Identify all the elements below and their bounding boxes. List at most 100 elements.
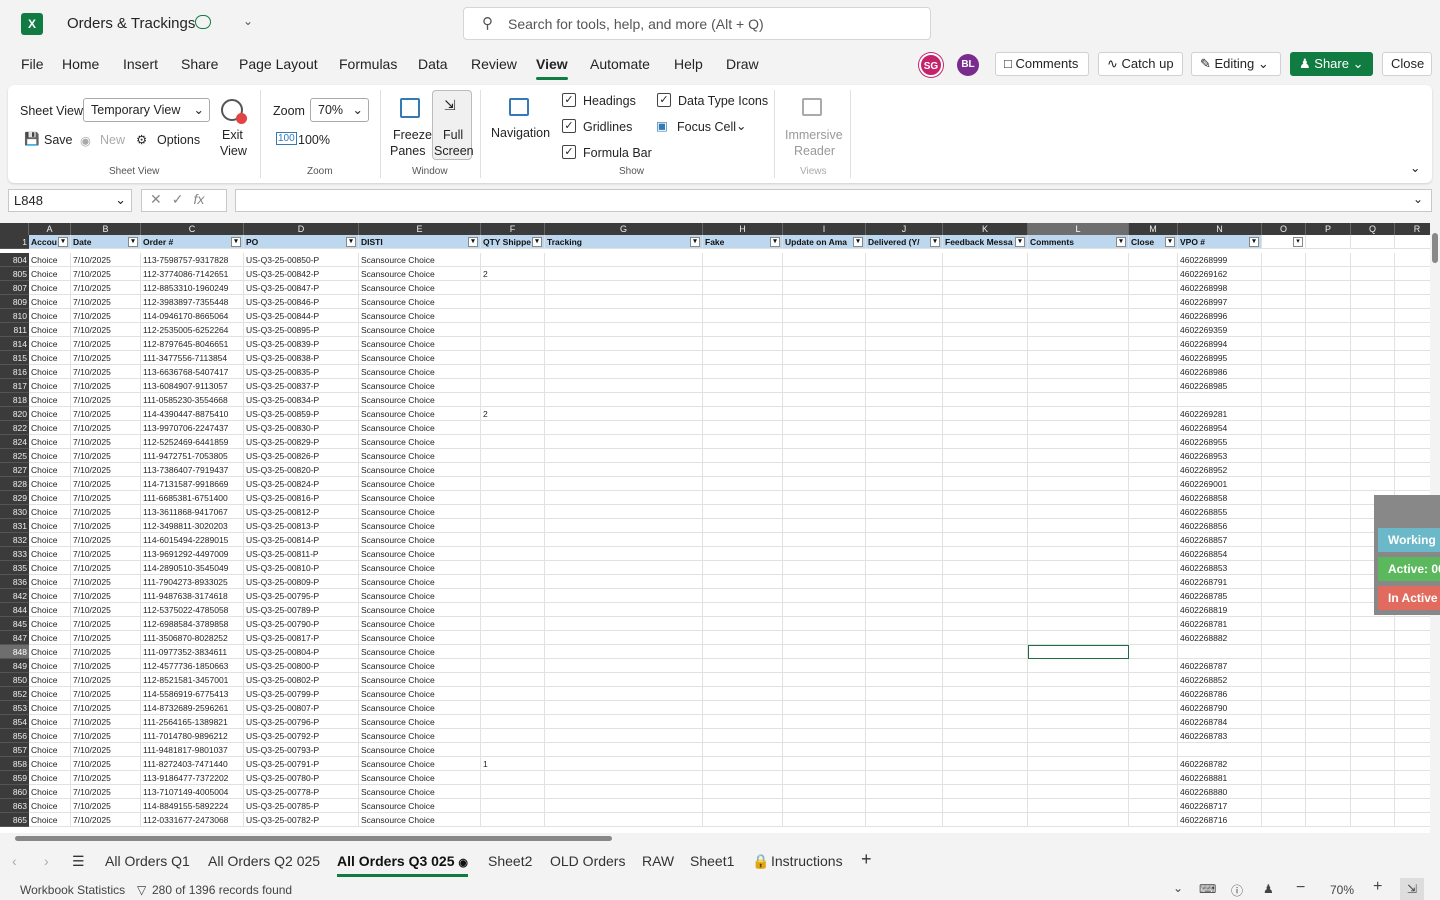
cell[interactable] bbox=[1028, 617, 1129, 631]
cell[interactable] bbox=[1306, 687, 1351, 701]
column-header[interactable]: A bbox=[29, 223, 71, 235]
cell[interactable]: 111-3477556-7113854 bbox=[141, 351, 244, 365]
cell[interactable]: US-Q3-25-00842-P bbox=[244, 267, 359, 281]
header-cell[interactable]: Update on Ama ▾ bbox=[783, 235, 866, 249]
cell[interactable] bbox=[1306, 533, 1351, 547]
row-number[interactable]: 827 bbox=[0, 463, 29, 477]
cell[interactable]: US-Q3-25-00811-P bbox=[244, 547, 359, 561]
cell[interactable]: 113-9970706-2247437 bbox=[141, 421, 244, 435]
cell[interactable]: US-Q3-25-00837-P bbox=[244, 379, 359, 393]
cell[interactable]: Choice bbox=[29, 393, 71, 407]
cell[interactable] bbox=[1351, 813, 1395, 827]
cell[interactable] bbox=[1351, 337, 1395, 351]
cell[interactable] bbox=[943, 519, 1028, 533]
cell[interactable] bbox=[703, 687, 783, 701]
cell[interactable] bbox=[866, 771, 943, 785]
cell[interactable] bbox=[1351, 743, 1395, 757]
cell[interactable]: 113-6636768-5407417 bbox=[141, 365, 244, 379]
cell[interactable] bbox=[1351, 757, 1395, 771]
cell[interactable]: Choice bbox=[29, 505, 71, 519]
zoom-out-icon[interactable]: − bbox=[1296, 879, 1305, 897]
cell[interactable]: Scansource Choice bbox=[359, 295, 481, 309]
row-number[interactable]: 816 bbox=[0, 365, 29, 379]
filter-dropdown-icon[interactable]: ▾ bbox=[1249, 237, 1259, 247]
header-cell[interactable]: DISTI ▾ bbox=[359, 235, 481, 249]
cell[interactable] bbox=[703, 365, 783, 379]
column-header[interactable]: Q bbox=[1351, 223, 1395, 235]
cell[interactable] bbox=[866, 309, 943, 323]
cell[interactable] bbox=[943, 617, 1028, 631]
cell[interactable] bbox=[1262, 603, 1306, 617]
cell[interactable]: 113-6084907-9113057 bbox=[141, 379, 244, 393]
cell[interactable] bbox=[943, 421, 1028, 435]
tab-sheet2[interactable]: Sheet2 bbox=[488, 853, 532, 869]
cell[interactable] bbox=[1262, 463, 1306, 477]
cell[interactable]: 7/10/2025 bbox=[71, 813, 141, 827]
cell[interactable]: Scansource Choice bbox=[359, 491, 481, 505]
cell[interactable]: Choice bbox=[29, 351, 71, 365]
cell[interactable] bbox=[866, 715, 943, 729]
cell[interactable] bbox=[866, 701, 943, 715]
navigation-button[interactable]: Navigation bbox=[491, 126, 550, 140]
header-cell[interactable]: Delivered (Y/ ▾ bbox=[866, 235, 943, 249]
cell[interactable]: Choice bbox=[29, 575, 71, 589]
cell[interactable] bbox=[703, 743, 783, 757]
column-header[interactable]: D bbox=[244, 223, 359, 235]
cell[interactable] bbox=[545, 645, 703, 659]
cell[interactable] bbox=[703, 701, 783, 715]
cell[interactable] bbox=[783, 351, 866, 365]
cell[interactable]: 7/10/2025 bbox=[71, 449, 141, 463]
cell[interactable] bbox=[1028, 505, 1129, 519]
cell[interactable] bbox=[943, 393, 1028, 407]
cell[interactable] bbox=[1262, 435, 1306, 449]
cell[interactable] bbox=[703, 603, 783, 617]
cell[interactable] bbox=[1028, 813, 1129, 827]
cell[interactable]: 7/10/2025 bbox=[71, 561, 141, 575]
cell[interactable] bbox=[1306, 491, 1351, 505]
row-number[interactable]: 815 bbox=[0, 351, 29, 365]
cell[interactable] bbox=[866, 785, 943, 799]
row-number[interactable]: 1 bbox=[0, 235, 29, 249]
close-button[interactable]: Close bbox=[1382, 52, 1432, 76]
cell[interactable] bbox=[1028, 533, 1129, 547]
filter-dropdown-icon[interactable]: ▾ bbox=[468, 237, 478, 247]
cell[interactable] bbox=[943, 785, 1028, 799]
cell[interactable]: 111-6685381-6751400 bbox=[141, 491, 244, 505]
cell[interactable]: 112-3983897-7355448 bbox=[141, 295, 244, 309]
cell[interactable] bbox=[703, 631, 783, 645]
cell[interactable]: 114-7131587-9918669 bbox=[141, 477, 244, 491]
cell[interactable] bbox=[545, 771, 703, 785]
filter-dropdown-icon[interactable]: ▾ bbox=[128, 237, 138, 247]
cell[interactable] bbox=[1395, 785, 1430, 799]
cell[interactable] bbox=[1028, 687, 1129, 701]
cell[interactable]: US-Q3-25-00846-P bbox=[244, 295, 359, 309]
cell[interactable]: US-Q3-25-00826-P bbox=[244, 449, 359, 463]
cell[interactable] bbox=[866, 421, 943, 435]
cell[interactable] bbox=[1351, 617, 1395, 631]
cell[interactable] bbox=[1028, 603, 1129, 617]
cell[interactable] bbox=[1129, 687, 1178, 701]
cell[interactable]: 111-2564165-1389821 bbox=[141, 715, 244, 729]
cell[interactable]: Scansource Choice bbox=[359, 463, 481, 477]
cell[interactable] bbox=[481, 729, 545, 743]
cell[interactable] bbox=[1395, 351, 1430, 365]
cell[interactable] bbox=[1351, 351, 1395, 365]
cell[interactable] bbox=[943, 757, 1028, 771]
cell[interactable] bbox=[943, 603, 1028, 617]
sheet-view-dropdown[interactable]: Temporary View ⌄ bbox=[83, 98, 210, 122]
cell[interactable] bbox=[783, 253, 866, 267]
cell[interactable]: Choice bbox=[29, 323, 71, 337]
row-number[interactable]: 854 bbox=[0, 715, 29, 729]
cell[interactable]: 4602268785 bbox=[1178, 589, 1262, 603]
cell[interactable] bbox=[1351, 673, 1395, 687]
chevron-down-icon[interactable]: ⌄ bbox=[1173, 881, 1183, 895]
cell[interactable]: 4602268716 bbox=[1178, 813, 1262, 827]
exit-label[interactable]: Exit bbox=[222, 128, 243, 142]
cell[interactable]: Scansource Choice bbox=[359, 267, 481, 281]
row-number[interactable]: 858 bbox=[0, 757, 29, 771]
cell[interactable] bbox=[703, 659, 783, 673]
cell[interactable]: US-Q3-25-00820-P bbox=[244, 463, 359, 477]
cell[interactable] bbox=[1351, 701, 1395, 715]
cell[interactable]: US-Q3-25-00809-P bbox=[244, 575, 359, 589]
cell[interactable]: Choice bbox=[29, 631, 71, 645]
